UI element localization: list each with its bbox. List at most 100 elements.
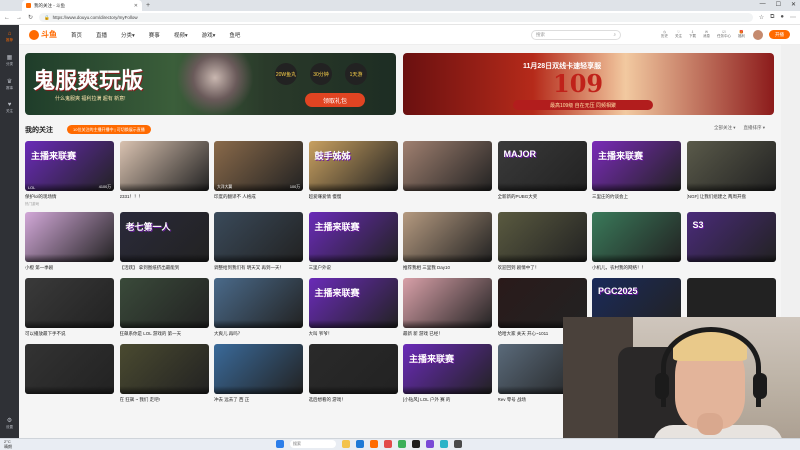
stream-thumbnail[interactable] <box>403 141 492 191</box>
sidebar-item-settings[interactable]: ⚙ 设置 <box>6 417 13 430</box>
reload-icon[interactable]: ↻ <box>28 14 33 21</box>
stream-thumbnail[interactable]: MAJOR <box>497 141 587 191</box>
stream-card[interactable]: 主播来联赛 三里户外说 <box>308 212 398 273</box>
app-icon-red[interactable] <box>384 440 392 448</box>
stream-thumbnail[interactable] <box>25 344 114 394</box>
app-icon-purple[interactable] <box>426 440 434 448</box>
windows-start-icon[interactable] <box>276 440 284 448</box>
stream-card[interactable]: 调整给到我们有 明天又 再到一天！ <box>214 212 303 273</box>
stream-card[interactable]: 小橙 第一季剧 <box>25 212 114 273</box>
new-tab-button[interactable]: + <box>146 2 150 9</box>
stream-card[interactable]: 大爽儿 再吗？ <box>214 278 303 339</box>
wechat-icon[interactable] <box>398 440 406 448</box>
stream-title[interactable]: 三里庄的约谈会上 <box>592 194 681 200</box>
stream-card[interactable]: MAJOR 全新新的PUBG大奖 <box>497 141 587 207</box>
search-icon[interactable]: ⌕ <box>613 32 616 37</box>
menu-item-live[interactable]: 直播 <box>96 31 107 39</box>
stream-title[interactable]: 可以播放最下手不说 <box>25 331 114 337</box>
stream-card[interactable]: 在 狂飙 ~ 我们 走吧! <box>119 344 209 405</box>
stream-thumbnail[interactable]: 主播来联赛 <box>592 141 681 191</box>
stream-card[interactable] <box>403 141 492 207</box>
steam-icon[interactable] <box>412 440 420 448</box>
stream-thumbnail[interactable] <box>25 278 114 328</box>
stream-thumbnail[interactable]: 主播来联赛 LOL 4100万 <box>25 141 114 191</box>
stream-card[interactable]: S3 <box>686 212 776 273</box>
browser-tab[interactable]: 我的关注 - 斗鱼 ✕ <box>22 0 142 11</box>
file-explorer-icon[interactable] <box>342 440 350 448</box>
weather-widget[interactable]: 2°C 晴朗 <box>4 439 12 449</box>
douyu-app-icon[interactable] <box>370 440 378 448</box>
stream-thumbnail[interactable]: 主播来联赛 <box>403 344 492 394</box>
stream-title[interactable]: [NGF] 让我们组建之 两周开盘 <box>687 194 776 200</box>
taskbar-search[interactable]: 搜索 <box>290 440 336 448</box>
history-button[interactable]: ◷ 历史 <box>661 30 668 39</box>
stream-thumbnail[interactable] <box>592 212 681 262</box>
back-icon[interactable]: ← <box>4 15 10 21</box>
app-icon-cyan[interactable] <box>440 440 448 448</box>
stream-card[interactable]: 小机儿，农村我的网络！！ <box>592 212 681 273</box>
stream-title[interactable]: 选后想看的 游戏！ <box>309 397 398 403</box>
stream-thumbnail[interactable] <box>214 212 303 262</box>
app-icon-gray[interactable] <box>454 440 462 448</box>
sidebar-item-follow[interactable]: ♥ 关注 <box>6 102 13 114</box>
search-input[interactable]: 搜索 ⌕ <box>531 29 621 40</box>
stream-title[interactable]: 欢迎回到 剧情中了！ <box>498 265 587 271</box>
stream-thumbnail[interactable] <box>497 212 587 262</box>
stream-thumbnail[interactable] <box>686 141 776 191</box>
stream-card[interactable]: 2331！！！ <box>119 141 209 207</box>
gift-button[interactable]: 🎁 福利 <box>738 30 745 39</box>
menu-item-fishbar[interactable]: 鱼吧 <box>229 31 240 39</box>
sidebar-item-events[interactable]: ♛ 赛事 <box>6 78 13 91</box>
menu-item-games[interactable]: 游戏▾ <box>202 31 216 39</box>
download-button[interactable]: ⇩ 下载 <box>689 30 696 39</box>
live-count-pill[interactable]: 10位关注的主播开播中 | 可切换展示直播 <box>67 125 151 134</box>
stream-title[interactable]: 大叫 爷爷！ <box>309 331 398 337</box>
stream-card[interactable]: 主播来联赛 三里庄的约谈会上 <box>592 141 681 207</box>
task-button[interactable]: ☑ 任务中心 <box>717 30 731 39</box>
stream-card[interactable]: 主播来联赛 LOL 4100万 保护lol的现场情 热门游戏 <box>25 141 114 207</box>
stream-card[interactable]: 推荐我相 三里我 Day10 <box>403 212 492 273</box>
stream-card[interactable]: 可以播放最下手不说 <box>25 278 114 339</box>
stream-title[interactable]: 最新 新 游戏 已经！ <box>403 331 492 337</box>
stream-title[interactable]: 在 狂飙 ~ 我们 走吧! <box>120 397 209 403</box>
stream-card[interactable]: 最新 新 游戏 已经！ <box>403 278 492 339</box>
stream-card[interactable]: 主播来联赛 [小钻风] LOL 户外 赛 的 <box>403 344 492 405</box>
stream-card[interactable]: 狂飙系你是 LOL 游戏的 第一天 <box>119 278 209 339</box>
stream-thumbnail[interactable]: 主播来联赛 <box>308 212 398 262</box>
url-field[interactable]: 🔒 https://www.douyu.com/directory/myFoll… <box>39 13 753 22</box>
stream-thumbnail[interactable]: 鼓手姊姊 <box>308 141 398 191</box>
stream-title[interactable]: 超爱赚爱情 慢慢 <box>309 194 398 200</box>
stream-title[interactable]: 全新新的PUBG大奖 <box>498 194 587 200</box>
menu-item-home[interactable]: 首页 <box>71 31 82 39</box>
stream-title[interactable]: 印度的翻译不 人格成 <box>214 194 303 200</box>
menu-item-video[interactable]: 视频▾ <box>174 31 188 39</box>
filter-dropdown[interactable]: 全部关注 ▾ <box>714 125 736 131</box>
stream-title[interactable]: 大爽儿 再吗？ <box>214 331 303 337</box>
stream-thumbnail[interactable]: 大洋大翼 100万 <box>214 141 303 191</box>
minimize-icon[interactable]: — <box>760 1 766 8</box>
menu-item-events[interactable]: 赛事 <box>149 31 160 39</box>
stream-title[interactable]: 保护lol的现场情 <box>25 194 114 200</box>
sidebar-item-home[interactable]: ⌂ 推荐 <box>6 31 13 43</box>
banner-left[interactable]: 鬼服爽玩版 什么鬼服爽 福利拉满 超有 新意! 20W鱼丸 30分钟 1天游 领… <box>25 53 396 115</box>
stream-thumbnail[interactable] <box>25 212 114 262</box>
stream-card[interactable]: 大洋大翼 100万 印度的翻译不 人格成 <box>214 141 303 207</box>
stream-thumbnail[interactable]: 老七第一人 <box>119 212 209 262</box>
stream-title[interactable]: 小橙 第一季剧 <box>25 265 114 271</box>
stream-card[interactable]: [NGF] 让我们组建之 两周开盘 <box>686 141 776 207</box>
stream-thumbnail[interactable] <box>119 278 209 328</box>
stream-title[interactable]: 2331！！！ <box>120 194 209 200</box>
stream-thumbnail[interactable]: 主播来联赛 <box>308 278 398 328</box>
stream-title[interactable]: 冲去 远去了 西 正 <box>214 397 303 403</box>
stream-title[interactable]: 三里户外说 <box>309 265 398 271</box>
stream-thumbnail[interactable] <box>308 344 398 394</box>
stream-thumbnail[interactable] <box>119 344 209 394</box>
stream-thumbnail[interactable]: S3 <box>686 212 776 262</box>
message-button[interactable]: ✉ 消息 <box>703 30 710 39</box>
stream-card[interactable]: 冲去 远去了 西 正 <box>214 344 303 405</box>
stream-title[interactable]: 推荐我相 三里我 Day10 <box>403 265 492 271</box>
profile-icon[interactable]: ● <box>780 14 784 21</box>
menu-icon[interactable]: ⋯ <box>790 14 796 21</box>
stream-title[interactable]: [小钻风] LOL 户外 赛 的 <box>403 397 492 403</box>
sort-dropdown[interactable]: 直播排序 ▾ <box>743 125 765 131</box>
